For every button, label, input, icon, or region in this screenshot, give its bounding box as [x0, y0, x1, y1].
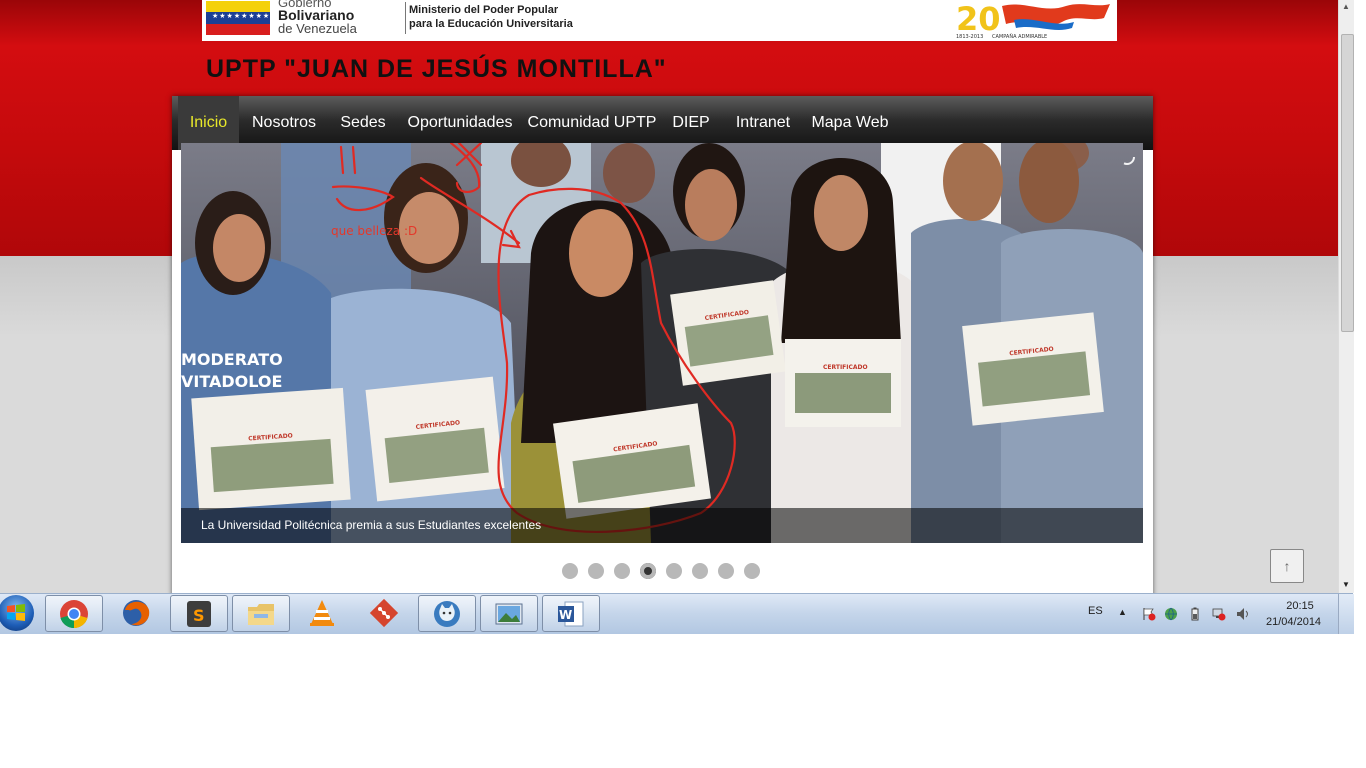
nav-item-intranet[interactable]: Intranet — [725, 96, 801, 150]
svg-text:S: S — [193, 606, 205, 625]
taskbar-cat-app[interactable] — [418, 595, 476, 632]
taskbar-firefox[interactable] — [108, 595, 166, 632]
image-viewer-icon — [495, 603, 523, 625]
nav-item-nosotros[interactable]: Nosotros — [243, 96, 325, 150]
government-banner: ★★★★★★★★ Gobierno Bolivariano de Venezue… — [202, 0, 1117, 41]
taskbar-vlc[interactable] — [294, 595, 352, 632]
windows-taskbar: S W ES ▲ 20:15 21/04/2014 — [0, 593, 1354, 634]
cat-icon — [434, 601, 460, 627]
sublime-text-icon: S — [187, 601, 211, 627]
scroll-down-arrow-icon[interactable]: ▼ — [1342, 580, 1350, 589]
chrome-icon — [60, 600, 88, 629]
nav-item-sedes[interactable]: Sedes — [333, 96, 393, 150]
action-center-flag-icon[interactable] — [1142, 607, 1156, 621]
nav-item-mapa-web[interactable]: Mapa Web — [809, 96, 891, 150]
folder-icon — [248, 604, 274, 625]
word-icon: W — [558, 601, 584, 627]
windows-logo-icon — [7, 604, 25, 621]
main-navigation: Inicio Nosotros Sedes Oportunidades Comu… — [172, 96, 1153, 150]
slide-dot[interactable] — [744, 563, 760, 579]
battery-icon[interactable] — [1188, 607, 1202, 621]
volume-icon[interactable] — [1236, 607, 1250, 621]
ministry-name: Ministerio del Poder Popular para la Edu… — [409, 4, 573, 30]
image-slider[interactable]: MODERATO VITADOLOE CERTIFICADO CERTIFICA… — [181, 143, 1143, 543]
content-container: Inicio Nosotros Sedes Oportunidades Comu… — [172, 96, 1304, 593]
nav-item-inicio[interactable]: Inicio — [178, 96, 239, 150]
network-globe-icon[interactable] — [1164, 607, 1178, 621]
svg-text:W: W — [559, 608, 572, 622]
slide-caption: La Universidad Politécnica premia a sus … — [201, 518, 542, 532]
government-logo-text: Gobierno Bolivariano de Venezuela — [278, 0, 357, 36]
slide-dot[interactable] — [588, 563, 604, 579]
svg-text:CERTIFICADO: CERTIFICADO — [823, 364, 868, 371]
venezuela-flag-icon: ★★★★★★★★ — [206, 1, 270, 35]
svg-text:VITADOLOE: VITADOLOE — [181, 372, 282, 391]
scroll-up-arrow-icon[interactable]: ▲ — [1342, 2, 1350, 11]
clock-date[interactable]: 21/04/2014 — [1266, 616, 1321, 628]
svg-text:MODERATO: MODERATO — [181, 350, 283, 369]
start-button[interactable] — [0, 595, 34, 631]
show-hidden-icons-icon[interactable]: ▲ — [1118, 607, 1127, 617]
slide-dot[interactable] — [614, 563, 630, 579]
banner-divider — [405, 2, 406, 34]
taskbar-git[interactable] — [356, 595, 414, 632]
handwritten-annotation: que belleza :D — [331, 224, 418, 238]
clock-time[interactable]: 20:15 — [1280, 600, 1320, 612]
nav-item-oportunidades[interactable]: Oportunidades — [401, 96, 519, 150]
slide-photo: MODERATO VITADOLOE CERTIFICADO CERTIFICA… — [181, 143, 1143, 543]
nav-item-comunidad-uptp[interactable]: Comunidad UPTP — [527, 96, 657, 150]
taskbar-word[interactable]: W — [542, 595, 600, 632]
taskbar-chrome[interactable] — [45, 595, 103, 632]
taskbar-sublime-text[interactable]: S — [170, 595, 228, 632]
taskbar-image-viewer[interactable] — [480, 595, 538, 632]
network-disconnected-icon[interactable] — [1212, 607, 1226, 621]
arrow-up-icon: ↑ — [1283, 558, 1291, 574]
slide-dot[interactable] — [692, 563, 708, 579]
language-indicator[interactable]: ES — [1088, 605, 1103, 617]
vlc-icon — [310, 600, 334, 626]
scroll-to-top-button[interactable]: ↑ — [1270, 549, 1304, 583]
git-icon — [369, 598, 399, 628]
scrollbar-thumb[interactable] — [1341, 34, 1354, 332]
svg-text:1813-2013: 1813-2013 — [956, 34, 983, 40]
slide-caption-bar: La Universidad Politécnica premia a sus … — [181, 508, 1143, 543]
show-desktop-button[interactable] — [1338, 594, 1354, 634]
slide-dot[interactable] — [666, 563, 682, 579]
firefox-icon — [123, 600, 150, 626]
nav-item-diep[interactable]: DIEP — [665, 96, 717, 150]
taskbar-file-explorer[interactable] — [232, 595, 290, 632]
anniversary-logo: 20 1813-2013 CAMPAÑA ADMIRABLE — [956, 0, 1110, 40]
site-title: UPTP "JUAN DE JESÚS MONTILLA" — [206, 55, 667, 83]
svg-text:CAMPAÑA ADMIRABLE: CAMPAÑA ADMIRABLE — [992, 33, 1047, 40]
slide-dot[interactable] — [718, 563, 734, 579]
page-scrollbar[interactable]: ▲ ▼ — [1338, 0, 1354, 593]
slide-dot[interactable] — [562, 563, 578, 579]
browser-viewport: ★★★★★★★★ Gobierno Bolivariano de Venezue… — [0, 0, 1338, 593]
slide-dot[interactable] — [640, 563, 656, 579]
svg-text:20: 20 — [956, 0, 1001, 38]
